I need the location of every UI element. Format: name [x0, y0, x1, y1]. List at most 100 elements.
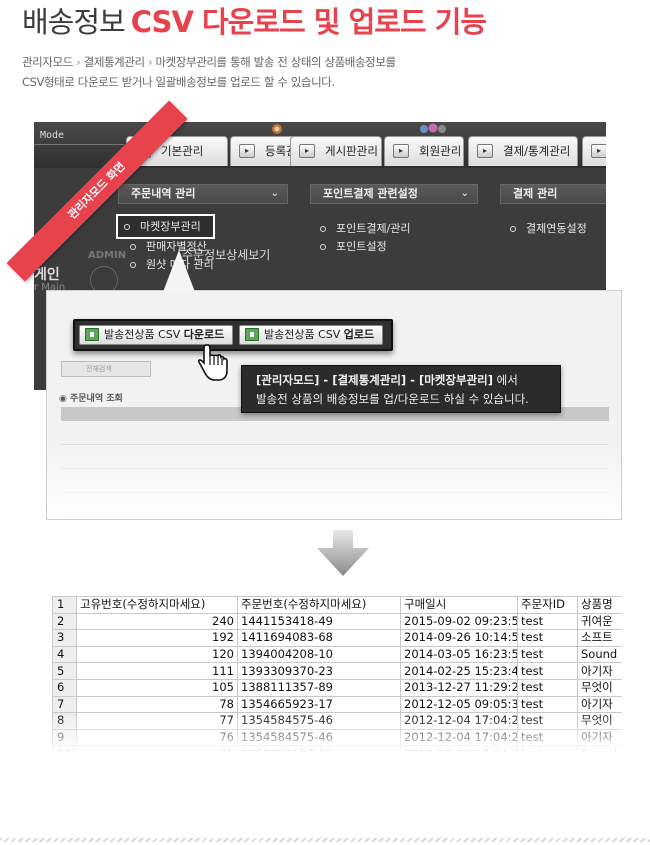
table-cell[interactable]: 78	[76, 695, 238, 714]
chevron-down-icon: ⌄	[460, 188, 469, 199]
column-header: 주문번호(수정하지마세요)	[237, 596, 401, 614]
table-cell[interactable]: 1441153418-49	[237, 612, 401, 631]
table-header-row: 1 고유번호(수정하지마세요) 주문번호(수정하지마세요) 구매일시 주문자ID…	[52, 596, 622, 614]
table-cell[interactable]: 아기자	[577, 662, 622, 680]
mode-label: Mode	[40, 130, 65, 141]
column-header: 구매일시	[400, 596, 518, 614]
tab-label: 결제/통계관리	[503, 144, 571, 158]
table-row: 6 105 1388111357-89 2013-12-27 11:29:24 test…	[52, 678, 622, 697]
tab-payment-stats[interactable]: ▸ 결제/통계관리	[468, 136, 578, 166]
tab-arrow-icon: ▸	[393, 144, 409, 158]
breadcrumb-separator-icon: ›	[76, 55, 81, 69]
breadcrumb-admin-mode: 관리자모드	[22, 55, 73, 69]
csv-spreadsheet: 1 고유번호(수정하지마세요) 주문번호(수정하지마세요) 구매일시 주문자ID…	[52, 596, 622, 752]
bullet-icon	[320, 226, 326, 232]
table-cell[interactable]: 1388111357-89	[237, 678, 401, 697]
table-cell[interactable]: 1394004208-10	[237, 645, 401, 664]
divider	[0, 838, 650, 842]
table-cell[interactable]: 2014-02-25 15:23:49	[400, 662, 518, 680]
table-cell[interactable]: test	[517, 629, 578, 647]
column-header: 상품명	[577, 596, 622, 614]
breadcrumb-market-ledger: 마켓장부관리를 통해 발송 전 상태의 상품배송정보를	[155, 55, 396, 69]
table-cell[interactable]: 2015-09-02 09:23:57	[400, 612, 518, 631]
tab-arrow-icon: ▸	[591, 144, 606, 158]
menu-header-point[interactable]: 포인트결제 관련설정 ⌄	[310, 184, 478, 204]
members-icon	[420, 123, 446, 133]
tab-arrow-icon: ▸	[299, 144, 315, 158]
table-row: 2 240 1441153418-49 2015-09-02 09:23:57 test…	[52, 612, 622, 631]
column-header: 고유번호(수정하지마세요)	[76, 596, 238, 614]
menu-header-order[interactable]: 주문내역 관리 ⌄	[118, 184, 288, 204]
row-number: 7	[52, 695, 77, 714]
table-cell[interactable]: test	[517, 612, 578, 631]
title-part-1: 배송정보	[22, 5, 126, 39]
menu-header-payment[interactable]: 결제 관리	[500, 184, 606, 204]
table-cell[interactable]: 2014-09-26 10:14:56	[400, 629, 518, 647]
table-cell[interactable]: 2012-12-05 09:05:34	[400, 695, 518, 714]
row-number: 5	[52, 662, 77, 680]
user-group-icon	[272, 124, 282, 134]
table-cell[interactable]: 아기자	[577, 695, 622, 714]
bullet-icon	[130, 262, 136, 268]
bullet-icon	[124, 224, 130, 230]
bullet-icon	[510, 226, 516, 232]
table-cell[interactable]: 111	[76, 662, 238, 680]
order-detail-label: 주문정보상세보기	[182, 248, 271, 262]
tab-more[interactable]: ▸	[582, 136, 606, 166]
tab-board-management[interactable]: ▸ 게시판관리	[290, 136, 382, 166]
table-cell[interactable]: 240	[76, 612, 238, 631]
table-cell[interactable]: test	[517, 678, 578, 697]
chevron-down-icon: ⌄	[270, 188, 279, 199]
bullet-icon	[320, 244, 326, 250]
menu-item-point-payment[interactable]: 포인트결제/관리	[320, 220, 411, 236]
excel-upload-icon	[245, 328, 259, 341]
breadcrumb-separator-icon: ›	[148, 55, 153, 69]
table-cell[interactable]: 소프트	[577, 629, 622, 647]
title-part-2: CSV 다운로드 및 업로드 기능	[130, 5, 487, 39]
csv-upload-button[interactable]: 발송전상품 CSV 업로드	[239, 325, 384, 345]
table-cell[interactable]: 192	[76, 629, 238, 647]
intro-text: 관리자모드 › 결제통계관리 › 마켓장부관리를 통해 발송 전 상태의 상품배…	[22, 52, 396, 92]
tab-arrow-icon: ▸	[239, 144, 255, 158]
callout-pointer	[163, 250, 195, 292]
table-cell[interactable]: test	[517, 695, 578, 714]
table-cell[interactable]: 105	[76, 678, 238, 697]
row-number: 4	[52, 645, 77, 664]
table-row: 7 78 1354665923-17 2012-12-05 09:05:34 test 아…	[52, 695, 622, 714]
table-cell[interactable]: test	[517, 662, 578, 680]
table-cell[interactable]: Sound	[577, 645, 622, 664]
column-header: 주문자ID	[517, 596, 578, 614]
tab-label: 기본관리	[161, 144, 204, 158]
table-cell[interactable]: 1411694083-68	[237, 629, 401, 647]
table-cell[interactable]: 1393309370-23	[237, 662, 401, 680]
csv-download-button[interactable]: 발송전상품 CSV 다운로드	[79, 325, 234, 345]
instruction-tooltip: [관리자모드] - [결제통계관리] - [마켓장부관리] 에서 발송전 상품의…	[241, 365, 561, 413]
table-cell[interactable]: 2014-03-05 16:23:52	[400, 645, 518, 664]
table-cell[interactable]: 2013-12-27 11:29:24	[400, 678, 518, 697]
table-cell[interactable]: 1354665923-17	[237, 695, 401, 714]
excel-download-icon	[85, 328, 99, 341]
order-list-title: ◉ 주문내역 조회	[59, 394, 123, 404]
tab-label: 회원관리	[419, 144, 462, 158]
table-cell[interactable]: test	[517, 645, 578, 664]
fade-overlay	[52, 714, 622, 752]
menu-item-market-ledger[interactable]: 마켓장부관리	[116, 214, 215, 239]
search-input[interactable]: 전체검색	[61, 361, 151, 377]
down-arrow-icon	[317, 530, 369, 576]
tab-label: 게시판관리	[325, 144, 378, 158]
row-number: 6	[52, 678, 77, 697]
divider	[34, 144, 124, 145]
table-cell[interactable]: 무엇이	[577, 678, 622, 697]
row-number: 3	[52, 629, 77, 647]
hand-cursor-icon	[197, 344, 228, 381]
csv-panel: 전체검색 ◉ 주문내역 조회 발송전상품 CSV 다운로드 발송전상품 CSV …	[46, 290, 622, 520]
table-cell[interactable]: 120	[76, 645, 238, 664]
row-number: 1	[52, 596, 77, 614]
table-row: 4 120 1394004208-10 2014-03-05 16:23:52 test…	[52, 645, 622, 664]
tab-member-management[interactable]: ▸ 회원관리	[384, 123, 464, 166]
table-cell[interactable]: 귀여운	[577, 612, 622, 631]
table-row: 5 111 1393309370-23 2014-02-25 15:23:49 test…	[52, 662, 622, 680]
admin-watermark: ADMIN	[88, 250, 127, 261]
menu-item-payment-integration[interactable]: 결제연동설정	[510, 220, 587, 236]
menu-item-point-settings[interactable]: 포인트설정	[320, 238, 387, 254]
